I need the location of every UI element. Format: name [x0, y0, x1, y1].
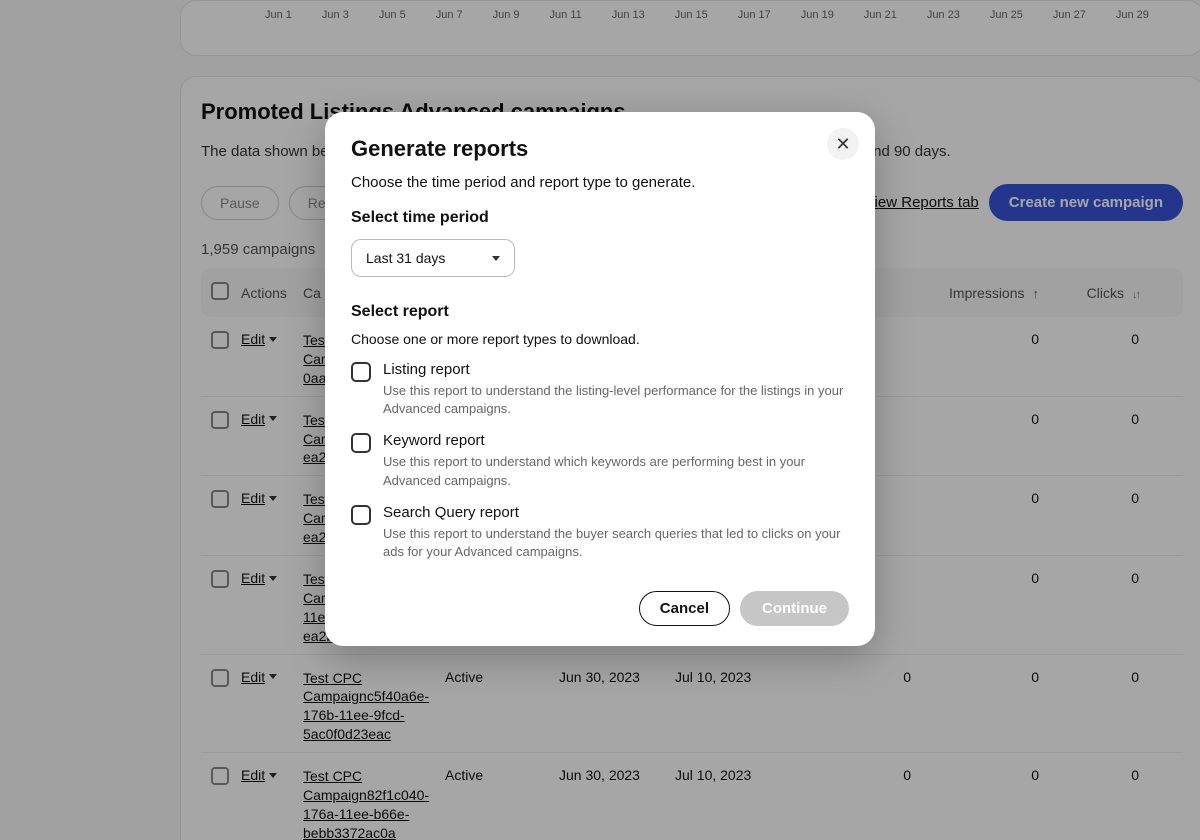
report-option-desc: Use this report to understand the buyer … [383, 525, 849, 561]
report-option-title: Keyword report [383, 432, 849, 449]
modal-lead: Choose the time period and report type t… [351, 174, 849, 191]
report-checkbox[interactable] [351, 362, 371, 382]
select-report-label: Select report [351, 303, 849, 321]
report-checkbox[interactable] [351, 433, 371, 453]
close-icon: ✕ [835, 134, 850, 155]
continue-button[interactable]: Continue [740, 591, 849, 626]
cancel-button[interactable]: Cancel [639, 591, 730, 626]
report-option-title: Listing report [383, 361, 849, 378]
time-period-select[interactable]: Last 31 days [351, 239, 515, 277]
time-period-label: Select time period [351, 209, 849, 227]
report-option-title: Search Query report [383, 504, 849, 521]
select-report-helper: Choose one or more report types to downl… [351, 331, 849, 347]
report-option: Keyword report Use this report to underst… [351, 432, 849, 489]
close-button[interactable]: ✕ [827, 128, 859, 160]
report-option: Listing report Use this report to underst… [351, 361, 849, 418]
chevron-down-icon [492, 256, 500, 261]
report-option-desc: Use this report to understand which keyw… [383, 453, 849, 489]
modal-title: Generate reports [351, 136, 849, 162]
generate-reports-modal: ✕ Generate reports Choose the time perio… [325, 112, 875, 646]
report-option: Search Query report Use this report to un… [351, 504, 849, 561]
time-period-value: Last 31 days [366, 250, 445, 266]
report-checkbox[interactable] [351, 505, 371, 525]
report-option-desc: Use this report to understand the listin… [383, 382, 849, 418]
